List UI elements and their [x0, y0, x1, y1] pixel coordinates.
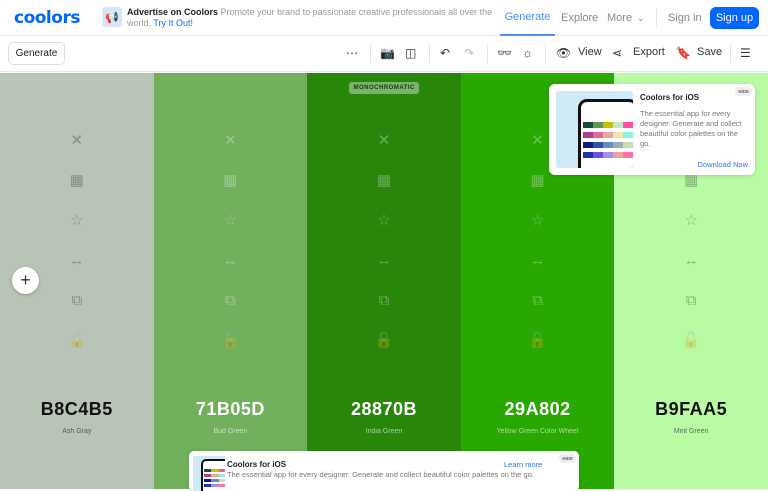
divider — [730, 45, 731, 63]
divider — [487, 45, 488, 63]
share-icon[interactable]: ⋖ — [612, 45, 622, 61]
close-icon[interactable]: ✕ — [531, 131, 544, 171]
banner-description: The essential app for every designer. Ge… — [227, 470, 534, 479]
color-hex[interactable]: B8C4B5 — [0, 399, 154, 420]
learn-more-link[interactable]: Learn more — [504, 460, 542, 469]
star-icon[interactable]: ☆ — [70, 211, 83, 251]
drag-arrows-icon[interactable]: ↔ — [223, 251, 238, 291]
divider — [370, 45, 371, 63]
coolors-logo[interactable]: coolors — [14, 8, 80, 28]
color-name: India Green — [365, 428, 403, 435]
star-icon[interactable]: ☆ — [224, 211, 237, 251]
bottom-ios-banner[interactable]: Coolors for iOS The essential app for ev… — [189, 451, 579, 491]
sun-icon[interactable]: ☼ — [522, 45, 533, 61]
color-name: Yellow Green Color Wheel — [496, 428, 579, 435]
color-hex[interactable]: 29A802 — [461, 399, 615, 420]
close-icon[interactable]: ✕ — [71, 131, 84, 171]
lock-open-icon[interactable]: 🔓 — [682, 331, 701, 371]
export-button[interactable]: Export — [633, 46, 665, 58]
monochromatic-badge: MONOCHROMATIC — [349, 82, 420, 94]
nav-generate[interactable]: Generate — [500, 0, 555, 36]
color-column[interactable]: ✕ ▦ ☆ ↔ ⧉ 🔓 71B05D Bud Green — [153, 73, 308, 489]
divider — [429, 45, 430, 63]
megaphone-icon: 📢 — [102, 7, 122, 27]
lock-open-icon[interactable]: 🔓 — [221, 331, 240, 371]
lock-open-icon[interactable]: 🔓 — [375, 331, 394, 371]
color-name: Ash Gray — [62, 428, 92, 435]
menu-icon[interactable]: ☰ — [740, 45, 751, 61]
copy-icon[interactable]: ⧉ — [71, 291, 82, 331]
close-icon[interactable]: ✕ — [224, 131, 237, 171]
hide-button[interactable]: HIDE — [559, 454, 576, 463]
lock-open-icon[interactable]: 🔓 — [67, 331, 86, 371]
toolbar: Generate ⋯ 📷 ◫ ↶ ↷ 👓 ☼ 👁 View ⋖ Export 🔖… — [0, 36, 768, 72]
nav-explore[interactable]: Explore — [561, 0, 598, 36]
drag-arrows-icon[interactable]: ↔ — [376, 251, 391, 291]
star-icon[interactable]: ☆ — [531, 211, 544, 251]
color-column[interactable]: MONOCHROMATIC ✕ ▦ ☆ ↔ ⧉ 🔓 28870B India Green — [307, 73, 461, 489]
shades-grid-icon[interactable]: ▦ — [223, 171, 237, 211]
shades-grid-icon[interactable]: ▦ — [684, 171, 698, 211]
copy-icon[interactable]: ⧉ — [379, 291, 390, 331]
ios-card-title: Coolors for iOS — [640, 93, 700, 102]
close-icon[interactable]: ✕ — [378, 131, 391, 171]
shades-grid-icon[interactable]: ▦ — [530, 171, 544, 211]
ad-link[interactable]: Try It Out! — [153, 18, 193, 28]
app-screenshot-image — [556, 91, 633, 168]
star-icon[interactable]: ☆ — [377, 211, 390, 251]
nav-more-label: More — [607, 12, 633, 24]
sign-in-link[interactable]: Sign in — [668, 0, 702, 36]
color-name: Mint Green — [673, 428, 709, 435]
ad-banner: 📢 Advertise on Coolors Promote your bran… — [102, 7, 497, 29]
color-hex[interactable]: 28870B — [307, 399, 461, 420]
lock-open-icon[interactable]: 🔓 — [528, 331, 547, 371]
copy-icon[interactable]: ⧉ — [532, 291, 543, 331]
download-now-link[interactable]: Download Now — [698, 160, 748, 169]
top-nav: coolors 📢 Advertise on Coolors Promote y… — [0, 0, 768, 36]
shades-grid-icon[interactable]: ▦ — [70, 171, 84, 211]
chevron-down-icon: ⌄ — [637, 12, 645, 23]
ios-promo-card[interactable]: Coolors for iOS The essential app for ev… — [549, 84, 755, 175]
sidebar-panel-icon[interactable]: ◫ — [405, 45, 416, 61]
ad-title: Advertise on Coolors — [127, 7, 219, 17]
nav-more[interactable]: More ⌄ — [607, 0, 645, 36]
divider — [656, 9, 657, 27]
generate-button[interactable]: Generate — [8, 42, 65, 65]
more-options-icon[interactable]: ⋯ — [346, 45, 358, 61]
star-icon[interactable]: ☆ — [684, 211, 697, 251]
color-name: Bud Green — [213, 428, 248, 435]
bookmark-icon[interactable]: 🔖 — [676, 45, 691, 61]
drag-arrows-icon[interactable]: ↔ — [530, 251, 545, 291]
drag-arrows-icon[interactable]: ↔ — [684, 251, 699, 291]
ios-card-description: The essential app for every designer. Ge… — [640, 109, 742, 148]
color-hex[interactable]: B9FAA5 — [614, 399, 768, 420]
app-screenshot-image — [193, 456, 225, 491]
drag-arrows-icon[interactable]: ↔ — [69, 251, 84, 291]
copy-icon[interactable]: ⧉ — [225, 291, 236, 331]
copy-icon[interactable]: ⧉ — [686, 291, 697, 331]
undo-icon[interactable]: ↶ — [440, 45, 450, 61]
redo-icon[interactable]: ↷ — [464, 45, 474, 61]
camera-icon[interactable]: 📷 — [380, 45, 395, 61]
divider — [545, 45, 546, 63]
glasses-icon[interactable]: 👓 — [497, 45, 512, 61]
sign-up-button[interactable]: Sign up — [710, 7, 759, 29]
banner-title: Coolors for iOS — [227, 460, 287, 469]
view-button[interactable]: View — [578, 46, 602, 58]
add-color-button[interactable]: + — [12, 267, 39, 294]
shades-grid-icon[interactable]: ▦ — [377, 171, 391, 211]
hide-button[interactable]: HIDE — [735, 87, 752, 96]
color-hex[interactable]: 71B05D — [154, 399, 308, 420]
eye-icon[interactable]: 👁 — [556, 45, 571, 61]
save-button[interactable]: Save — [697, 46, 722, 58]
